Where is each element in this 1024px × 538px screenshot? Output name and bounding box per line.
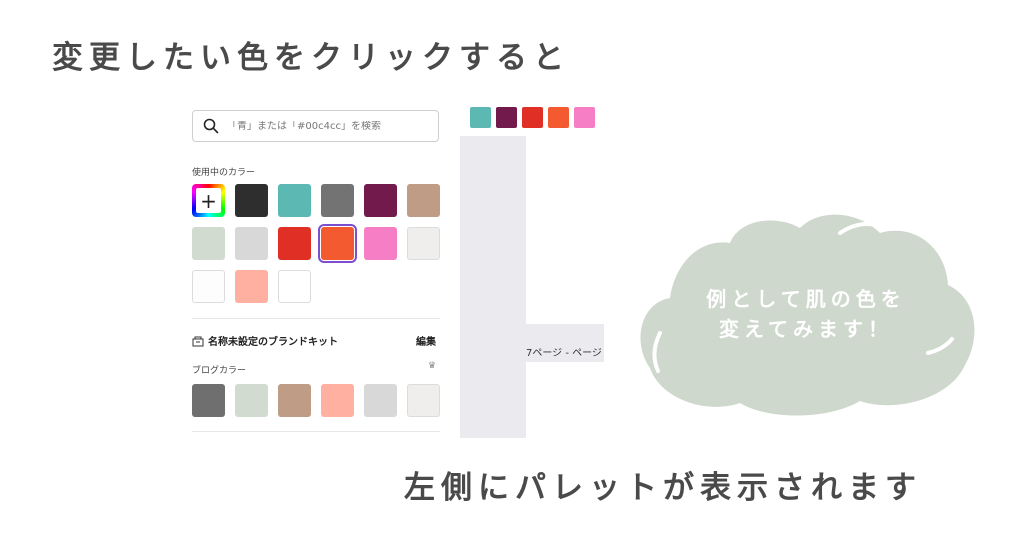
divider: [192, 431, 440, 432]
toolbar-color-swatch[interactable]: [496, 107, 517, 128]
brand-kit-icon: [192, 336, 204, 346]
toolbar-color-swatch[interactable]: [522, 107, 543, 128]
blog-colors-label: ブログカラー: [192, 366, 247, 376]
color-swatch[interactable]: [192, 270, 225, 303]
blog-color-swatch[interactable]: [235, 384, 268, 417]
blog-color-swatch[interactable]: [364, 384, 397, 417]
color-swatch[interactable]: [235, 184, 268, 217]
callout-text: 例として肌の色を 変えてみます！: [630, 284, 982, 344]
callout-line-1: 例として肌の色を: [706, 287, 906, 311]
blog-color-swatch[interactable]: [192, 384, 225, 417]
divider: [192, 318, 440, 319]
used-colors-label: 使用中のカラー: [192, 168, 256, 178]
color-swatch[interactable]: [278, 227, 311, 260]
color-swatch[interactable]: [235, 227, 268, 260]
design-page-next[interactable]: [526, 362, 604, 438]
color-palette-panel: 使用中のカラー + 名称未設定のブランドキット 編集 ブログカラー ♛: [186, 103, 448, 438]
color-swatch[interactable]: [318, 224, 357, 263]
brand-kit-title-text: 名称未設定のブランドキット: [208, 337, 338, 348]
canvas-preview: 7ページ - ページ: [460, 100, 604, 438]
toolbar-color-bar: [460, 100, 604, 136]
color-search-input[interactable]: [227, 120, 427, 132]
color-swatch[interactable]: [364, 227, 397, 260]
footer-caption: 左側にパレットが表示されます: [404, 470, 922, 506]
toolbar-color-swatch[interactable]: [574, 107, 595, 128]
search-icon: [203, 118, 219, 134]
plus-icon: +: [196, 188, 221, 213]
color-swatch[interactable]: [321, 184, 354, 217]
color-swatch[interactable]: [192, 227, 225, 260]
color-swatch[interactable]: [407, 227, 440, 260]
blog-color-swatch[interactable]: [278, 384, 311, 417]
callout-line-2: 変えてみます！: [719, 317, 893, 341]
add-color-button[interactable]: +: [192, 184, 225, 217]
color-swatch[interactable]: [278, 184, 311, 217]
color-swatch[interactable]: [407, 184, 440, 217]
page-label: 7ページ - ページ: [526, 348, 602, 359]
blog-color-swatch[interactable]: [321, 384, 354, 417]
brand-kit-edit-link[interactable]: 編集: [416, 333, 436, 348]
color-swatch[interactable]: [278, 270, 311, 303]
toolbar-color-swatch[interactable]: [548, 107, 569, 128]
toolbar-color-swatch[interactable]: [470, 107, 491, 128]
design-page[interactable]: [526, 136, 604, 324]
color-swatch[interactable]: [235, 270, 268, 303]
brand-kit-title: 名称未設定のブランドキット: [192, 333, 338, 348]
blog-color-swatch[interactable]: [407, 384, 440, 417]
crown-icon: ♛: [428, 361, 437, 371]
color-swatch[interactable]: [364, 184, 397, 217]
color-search-box[interactable]: [192, 110, 439, 142]
headline: 変更したい色をクリックすると: [52, 40, 570, 76]
